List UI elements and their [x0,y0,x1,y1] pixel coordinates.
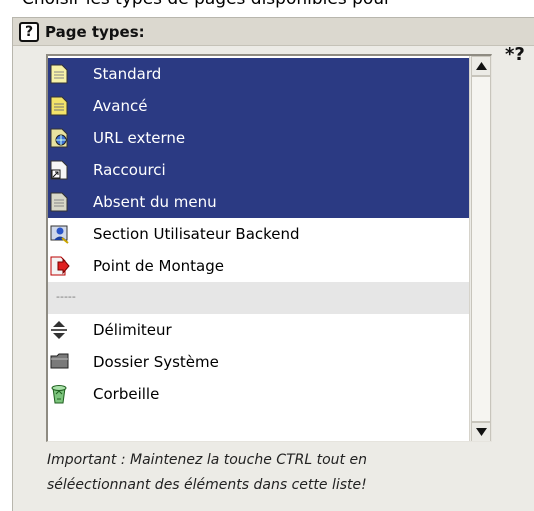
listbox-option[interactable]: URL externe [48,122,469,154]
listbox-option[interactable]: Délimiteur [48,314,469,346]
option-label: Section Utilisateur Backend [93,225,300,243]
scroll-up-button[interactable] [471,56,491,76]
listbox-option[interactable]: Absent du menu [48,186,469,218]
help-note-line2: séléectionnant des éléments dans cette l… [47,477,367,493]
option-label: Absent du menu [93,193,217,211]
option-label: Dossier Système [93,353,219,371]
option-divider: ----- [48,282,469,314]
listbox-scrollbar[interactable] [469,56,491,441]
sysfolder-icon [50,352,69,372]
option-label: ----- [56,290,76,303]
option-label: Standard [93,65,162,83]
listbox-option[interactable]: Raccourci [48,154,469,186]
help-icon[interactable]: ? [19,22,39,42]
option-label: Délimiteur [93,321,172,339]
listbox-option[interactable]: Dossier Système [48,346,469,378]
page-icon [50,64,68,84]
option-label: Avancé [93,97,148,115]
option-label: Corbeille [93,385,160,403]
top-description-text: Choisir les types de pages disponibles p… [22,0,391,9]
field-header: ? Page types: [13,18,534,46]
scroll-down-button[interactable] [471,422,491,441]
scrollbar-thumb[interactable] [471,76,491,422]
shortcut-icon [50,160,68,180]
page-types-listbox[interactable]: Standard Avancé URL externe Raccourci Absent… [46,54,492,442]
page-hidden-icon [50,192,68,212]
page-types-field: ? Page types: *? Standard Avancé URL exter… [12,17,534,511]
option-label: Raccourci [93,161,166,179]
listbox-option[interactable]: Avancé [48,90,469,122]
pointer-icon: *? [505,44,525,65]
listbox-option[interactable]: Point de Montage [48,250,469,282]
top-description: Choisir les types de pages disponibles p… [0,0,534,17]
backend-user-icon [50,224,69,244]
field-label: Page types: [45,23,145,41]
arrow-down-icon [476,428,487,436]
spacer-icon [50,320,68,340]
external-url-icon [50,128,68,148]
option-label: URL externe [93,129,186,147]
mount-point-icon [50,256,70,276]
page-advanced-icon [50,96,68,116]
help-note-line1: Important : Maintenez la touche CTRL tou… [47,452,367,468]
help-note: Important : Maintenez la touche CTRL tou… [47,448,517,498]
recycler-icon [50,384,68,404]
arrow-up-icon [476,62,487,70]
listbox-option[interactable]: Corbeille [48,378,469,410]
option-label: Point de Montage [93,257,224,275]
listbox-option[interactable]: Section Utilisateur Backend [48,218,469,250]
listbox-option[interactable]: Standard [48,58,469,90]
